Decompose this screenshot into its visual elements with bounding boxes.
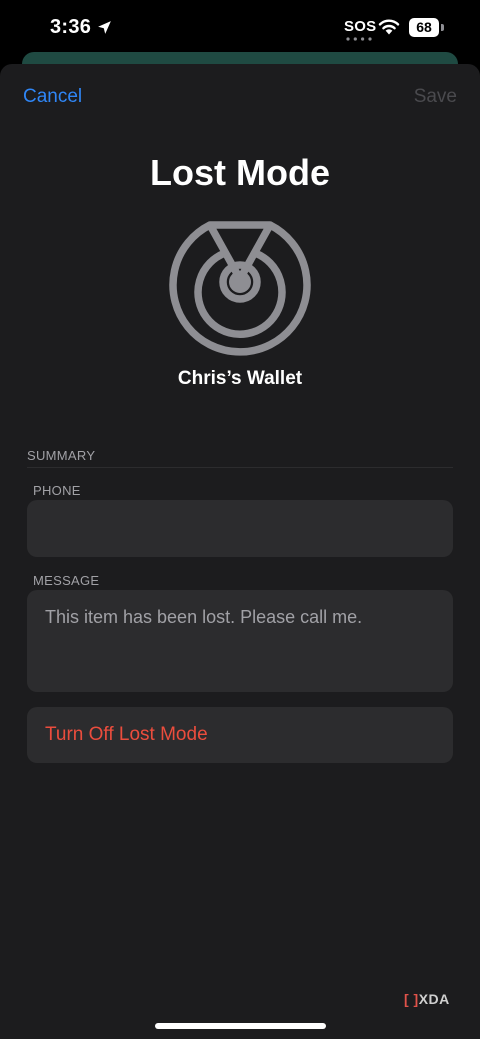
section-header-summary: SUMMARY [27, 448, 96, 463]
cancel-button[interactable]: Cancel [23, 86, 82, 108]
phone-label: PHONE [33, 483, 81, 498]
home-indicator[interactable] [155, 1023, 326, 1029]
battery-icon: 68 [409, 18, 439, 37]
message-label: MESSAGE [33, 573, 100, 588]
signal-dots-icon [346, 37, 372, 41]
status-time: 3:36 [50, 16, 92, 38]
watermark-text: XDA [418, 991, 450, 1007]
lost-mode-sheet: Cancel Save Lost Mode Chris’s Wallet SUM… [0, 64, 480, 1039]
battery-cap [441, 24, 444, 31]
xda-watermark: [ ]XDA [404, 991, 450, 1007]
wifi-icon [378, 19, 400, 35]
status-bar: 3:36 SOS 68 [0, 0, 480, 56]
sos-indicator: SOS [344, 18, 377, 35]
lost-mode-radar-icon [169, 221, 311, 356]
location-arrow-icon [98, 21, 111, 34]
screen: 3:36 SOS 68 Cancel Save Lost Mode Chris’… [0, 0, 480, 1039]
message-field[interactable]: This item has been lost. Please call me. [27, 590, 453, 692]
item-name: Chris’s Wallet [177, 368, 303, 389]
phone-field[interactable] [27, 500, 453, 557]
page-title: Lost Mode [150, 152, 330, 193]
section-divider [27, 467, 453, 468]
battery-level: 68 [416, 19, 432, 35]
turn-off-lost-mode-button[interactable]: Turn Off Lost Mode [27, 707, 453, 763]
save-button[interactable]: Save [414, 86, 457, 108]
